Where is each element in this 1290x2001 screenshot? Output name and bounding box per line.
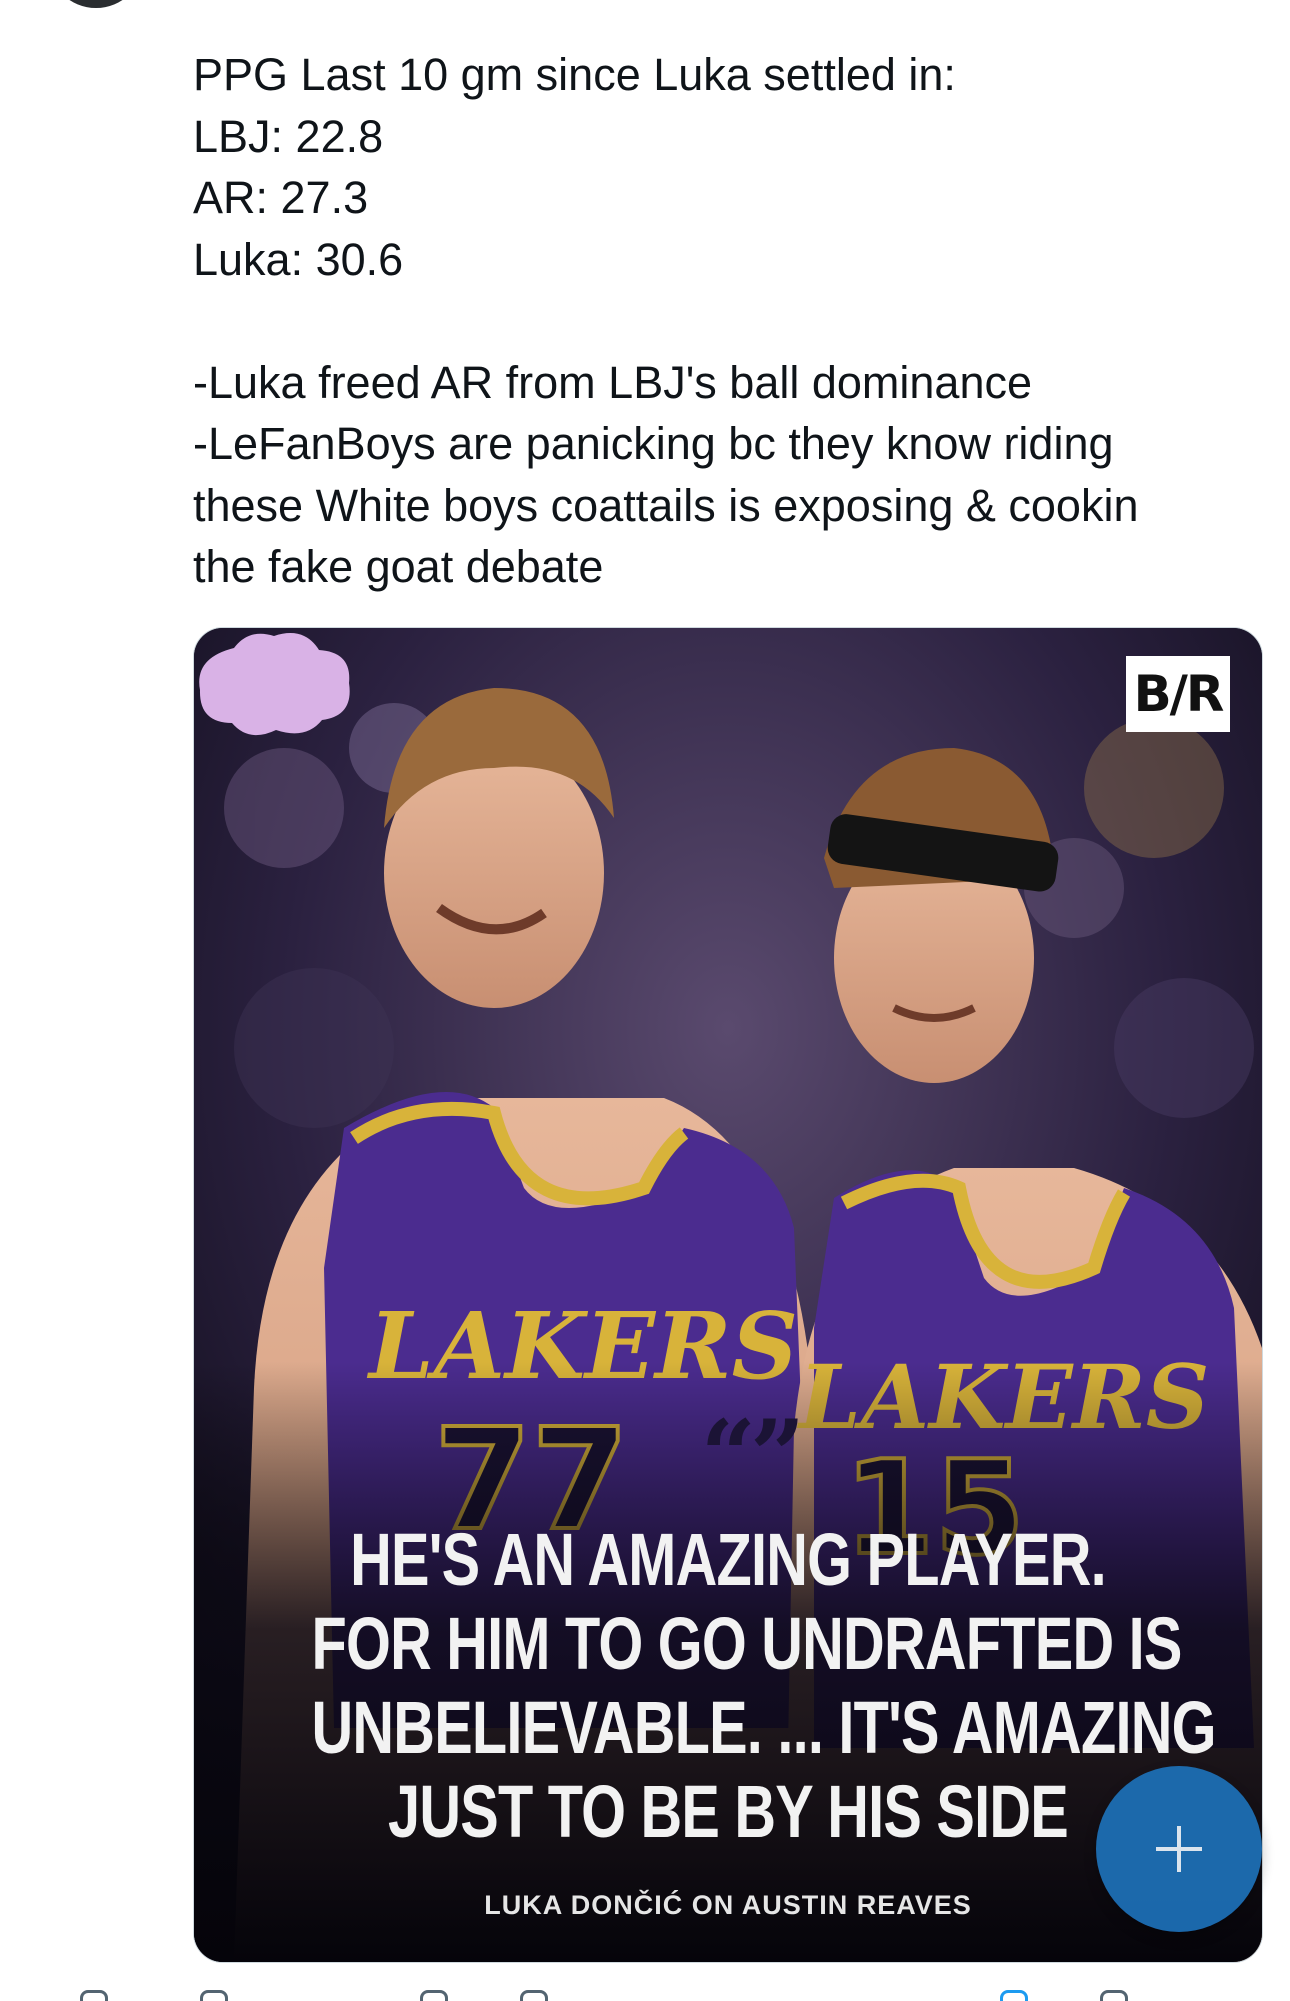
quote-marks: “” [700,1399,805,1512]
tweet-line: Luka: 30.6 [193,233,404,285]
tweet-line: -Luka freed AR from LBJ's ball dominance [193,356,1033,408]
avatar[interactable] [48,0,144,8]
retweet-icon[interactable] [200,1990,228,2001]
tweet-line: these White boys coattails is exposing &… [193,479,1139,531]
share-icon[interactable] [1100,1990,1128,2001]
bookmark-icon[interactable] [1000,1990,1028,2001]
tweet-action-bar [0,1990,1290,2001]
quote-line: HE'S AN AMAZING PLAYER. [350,1518,1107,1601]
tweet-line: -LeFanBoys are panicking bc they know ri… [193,418,1114,469]
tweet-line: the fake goat debate [193,541,604,592]
tweet-line: LBJ: 22.8 [193,110,384,162]
quote-line: FOR HIM TO GO UNDRAFTED IS [311,1602,1182,1685]
plus-icon [1156,1826,1202,1872]
bleacher-report-logo: B/R [1126,656,1230,732]
tweet-line: PPG Last 10 gm since Luka settled in: [193,49,956,100]
quote-line: UNBELIEVABLE. ... IT'S AMAZING [311,1686,1216,1769]
quote-text: HE'S AN AMAZING PLAYER. FOR HIM TO GO UN… [311,1518,1216,1854]
tweet-text: PPG Last 10 gm since Luka settled in: LB… [193,44,1253,598]
tweet-line: AR: 27.3 [193,172,369,223]
quote-bubble-icon [199,633,350,736]
reply-icon[interactable] [80,1990,108,2001]
views-icon[interactable] [520,1990,548,2001]
compose-button[interactable] [1096,1766,1262,1932]
quote-attribution: LUKA DONČIĆ ON AUSTIN REAVES [484,1890,972,1920]
like-icon[interactable] [420,1990,448,2001]
quote-line: JUST TO BE BY HIS SIDE [388,1770,1069,1853]
tweet-image[interactable]: LAKERS 77 LAKERS 15 B/R “” HE'S AN AMAZI… [193,627,1263,1963]
